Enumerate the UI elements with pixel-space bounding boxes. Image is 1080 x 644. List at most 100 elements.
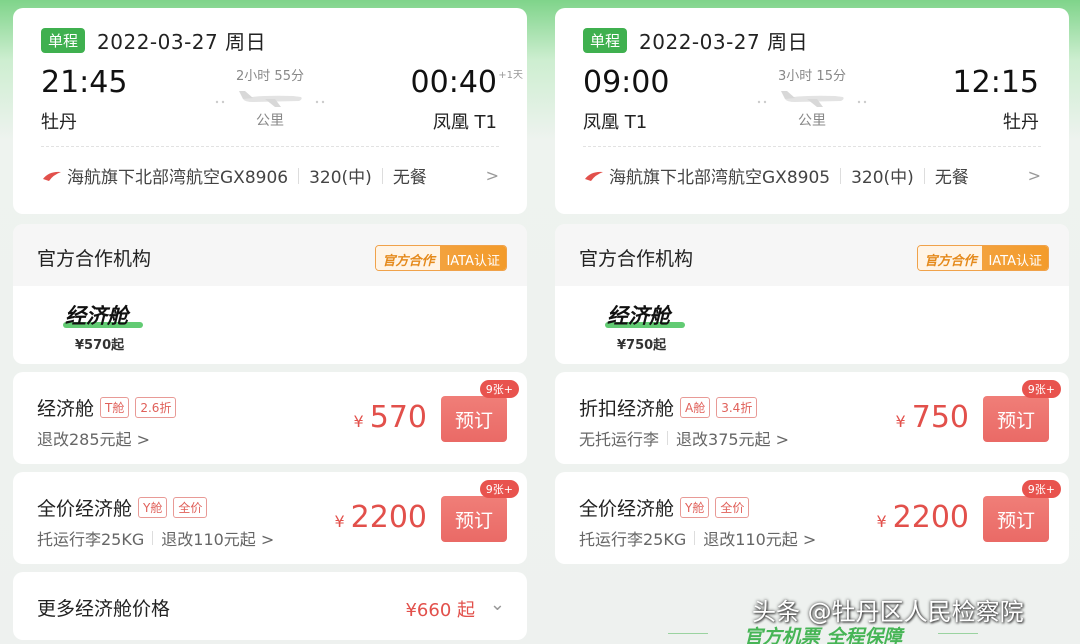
cabin-class-tag: Y舱 bbox=[680, 497, 710, 518]
distance-label: 公里 bbox=[798, 113, 826, 129]
one-way-badge: 单程 bbox=[583, 28, 628, 53]
book-button[interactable]: 预订 bbox=[983, 396, 1049, 442]
refund-policy[interactable]: 退改375元起 > bbox=[676, 426, 789, 450]
more-prices-title: 更多经济舱价格 bbox=[37, 598, 171, 620]
airline-logo-icon bbox=[585, 171, 603, 181]
arrival-time: 12:15 bbox=[952, 65, 1039, 100]
fare-row[interactable]: 折扣经济舱 A舱 3.4折 无托运行李 退改375元起 > ¥750 预订 9张… bbox=[555, 372, 1069, 464]
official-badge: 官方合作 bbox=[376, 246, 441, 270]
fare-name: 折扣经济舱 bbox=[579, 398, 675, 420]
partner-section: 官方合作机构 官方合作 IATA认证 经济舱 ¥570起 bbox=[13, 224, 527, 364]
right-column: 单程 2022-03-27 周日 09:00 3小时 15分 12:15 凤凰 … bbox=[555, 8, 1069, 564]
fare-row[interactable]: 经济舱 T舱 2.6折 退改285元起 > ¥570 预订 9张+ bbox=[13, 372, 527, 464]
separator bbox=[298, 167, 300, 184]
fare-price: ¥750 bbox=[896, 400, 969, 435]
cabin-class-tag: T舱 bbox=[100, 397, 130, 418]
fare-name: 经济舱 bbox=[37, 398, 95, 420]
refund-policy[interactable]: 退改110元起 > bbox=[703, 526, 816, 550]
cabin-tab-name: 经济舱 bbox=[607, 304, 670, 328]
flight-date: 2022-03-27 周日 bbox=[97, 30, 267, 54]
separator bbox=[694, 531, 696, 545]
cabin-tab[interactable]: 经济舱 ¥570起 bbox=[13, 286, 527, 364]
currency-symbol: ¥ bbox=[334, 512, 345, 531]
date-row: 单程 2022-03-27 周日 bbox=[41, 26, 266, 55]
fare-details[interactable]: 退改285元起 > bbox=[37, 426, 150, 450]
fare-title-row: 全价经济舱 Y舱 全价 bbox=[37, 494, 208, 521]
price-value: 2200 bbox=[892, 500, 969, 535]
chevron-right-icon: > bbox=[1027, 166, 1041, 185]
more-prices-row[interactable]: 更多经济舱价格 ¥660 起 ⌄ bbox=[13, 572, 527, 640]
iata-badge: IATA认证 bbox=[982, 246, 1048, 270]
fare-name: 全价经济舱 bbox=[579, 498, 675, 520]
refund-policy[interactable]: 退改110元起 > bbox=[161, 526, 274, 550]
price-value: 750 bbox=[911, 400, 969, 435]
cabin-class-tag: Y舱 bbox=[138, 497, 168, 518]
arrival-city: 牡丹 bbox=[1003, 112, 1039, 133]
fare-title-row: 经济舱 T舱 2.6折 bbox=[37, 394, 177, 421]
left-column: 单程 2022-03-27 周日 21:45 2小时 55分 00:40 +1天… bbox=[13, 8, 527, 640]
refund-policy[interactable]: 退改285元起 > bbox=[37, 426, 150, 450]
separator bbox=[152, 531, 154, 545]
partner-section: 官方合作机构 官方合作 IATA认证 经济舱 ¥750起 bbox=[555, 224, 1069, 364]
fare-row[interactable]: 全价经济舱 Y舱 全价 托运行李25KG 退改110元起 > ¥2200 预订 … bbox=[555, 472, 1069, 564]
fare-details[interactable]: 托运行李25KG 退改110元起 > bbox=[37, 526, 274, 550]
airline-name: 海航旗下北部湾航空GX8906 bbox=[67, 168, 289, 188]
divider bbox=[41, 146, 499, 147]
separator bbox=[667, 431, 669, 445]
fare-row[interactable]: 全价经济舱 Y舱 全价 托运行李25KG 退改110元起 > ¥2200 预订 … bbox=[13, 472, 527, 564]
more-prices-value: ¥660 起 bbox=[405, 600, 475, 621]
discount-tag: 全价 bbox=[173, 497, 208, 518]
baggage-info: 托运行李25KG bbox=[37, 530, 145, 549]
official-badge: 官方合作 bbox=[918, 246, 983, 270]
fare-price: ¥570 bbox=[354, 400, 427, 435]
currency-symbol: ¥ bbox=[895, 412, 906, 431]
fare-title-row: 全价经济舱 Y舱 全价 bbox=[579, 494, 750, 521]
certification-badge: 官方合作 IATA认证 bbox=[375, 245, 507, 271]
airline-name: 海航旗下北部湾航空GX8905 bbox=[609, 168, 831, 188]
airplane-icon bbox=[757, 91, 867, 107]
fare-title-row: 折扣经济舱 A舱 3.4折 bbox=[579, 394, 758, 421]
currency-symbol: ¥ bbox=[876, 512, 887, 531]
divider bbox=[583, 146, 1041, 147]
ticket-count-badge: 9张+ bbox=[479, 380, 519, 398]
fare-price: ¥2200 bbox=[334, 500, 427, 535]
book-button[interactable]: 预订 bbox=[441, 396, 507, 442]
cabin-tab[interactable]: 经济舱 ¥750起 bbox=[555, 286, 1069, 364]
discount-tag: 2.6折 bbox=[135, 397, 177, 418]
separator bbox=[840, 167, 842, 184]
book-button[interactable]: 预订 bbox=[983, 496, 1049, 542]
airline-logo-icon bbox=[43, 171, 61, 181]
aircraft-type: 320(中) bbox=[309, 168, 372, 188]
baggage-info: 托运行李25KG bbox=[579, 530, 687, 549]
fare-name: 全价经济舱 bbox=[37, 498, 133, 520]
flight-card[interactable]: 单程 2022-03-27 周日 21:45 2小时 55分 00:40 +1天… bbox=[13, 8, 527, 214]
chevron-down-icon[interactable]: ⌄ bbox=[490, 594, 505, 615]
footer-slogan: 官方机票 全程保障 bbox=[668, 622, 978, 644]
cabin-tab-price: ¥570起 bbox=[75, 338, 125, 353]
airline-row[interactable]: 海航旗下北部湾航空GX8906 320(中) 无餐 > bbox=[41, 163, 499, 188]
meal-info: 无餐 bbox=[934, 168, 969, 188]
cabin-class-tag: A舱 bbox=[680, 397, 711, 418]
next-day-indicator: +1天 bbox=[498, 70, 523, 81]
meal-info: 无餐 bbox=[392, 168, 427, 188]
chevron-right-icon: > bbox=[485, 166, 499, 185]
iata-badge: IATA认证 bbox=[440, 246, 506, 270]
fare-details[interactable]: 无托运行李 退改375元起 > bbox=[579, 426, 789, 450]
cabin-tab-name: 经济舱 bbox=[65, 304, 128, 328]
arrival-city: 凤凰 T1 bbox=[432, 112, 497, 133]
certification-badge: 官方合作 IATA认证 bbox=[917, 245, 1049, 271]
partner-header: 官方合作机构 官方合作 IATA认证 bbox=[13, 224, 527, 286]
date-row: 单程 2022-03-27 周日 bbox=[583, 26, 808, 55]
price-value: 570 bbox=[369, 400, 427, 435]
one-way-badge: 单程 bbox=[41, 28, 86, 53]
partner-title: 官方合作机构 bbox=[579, 248, 694, 270]
currency-symbol: ¥ bbox=[353, 412, 364, 431]
airplane-icon bbox=[215, 91, 325, 107]
book-button[interactable]: 预订 bbox=[441, 496, 507, 542]
separator bbox=[381, 167, 383, 184]
flight-card[interactable]: 单程 2022-03-27 周日 09:00 3小时 15分 12:15 凤凰 … bbox=[555, 8, 1069, 214]
ticket-count-badge: 9张+ bbox=[1021, 380, 1061, 398]
baggage-info: 无托运行李 bbox=[579, 430, 660, 449]
airline-row[interactable]: 海航旗下北部湾航空GX8905 320(中) 无餐 > bbox=[583, 163, 1041, 188]
fare-details[interactable]: 托运行李25KG 退改110元起 > bbox=[579, 526, 816, 550]
